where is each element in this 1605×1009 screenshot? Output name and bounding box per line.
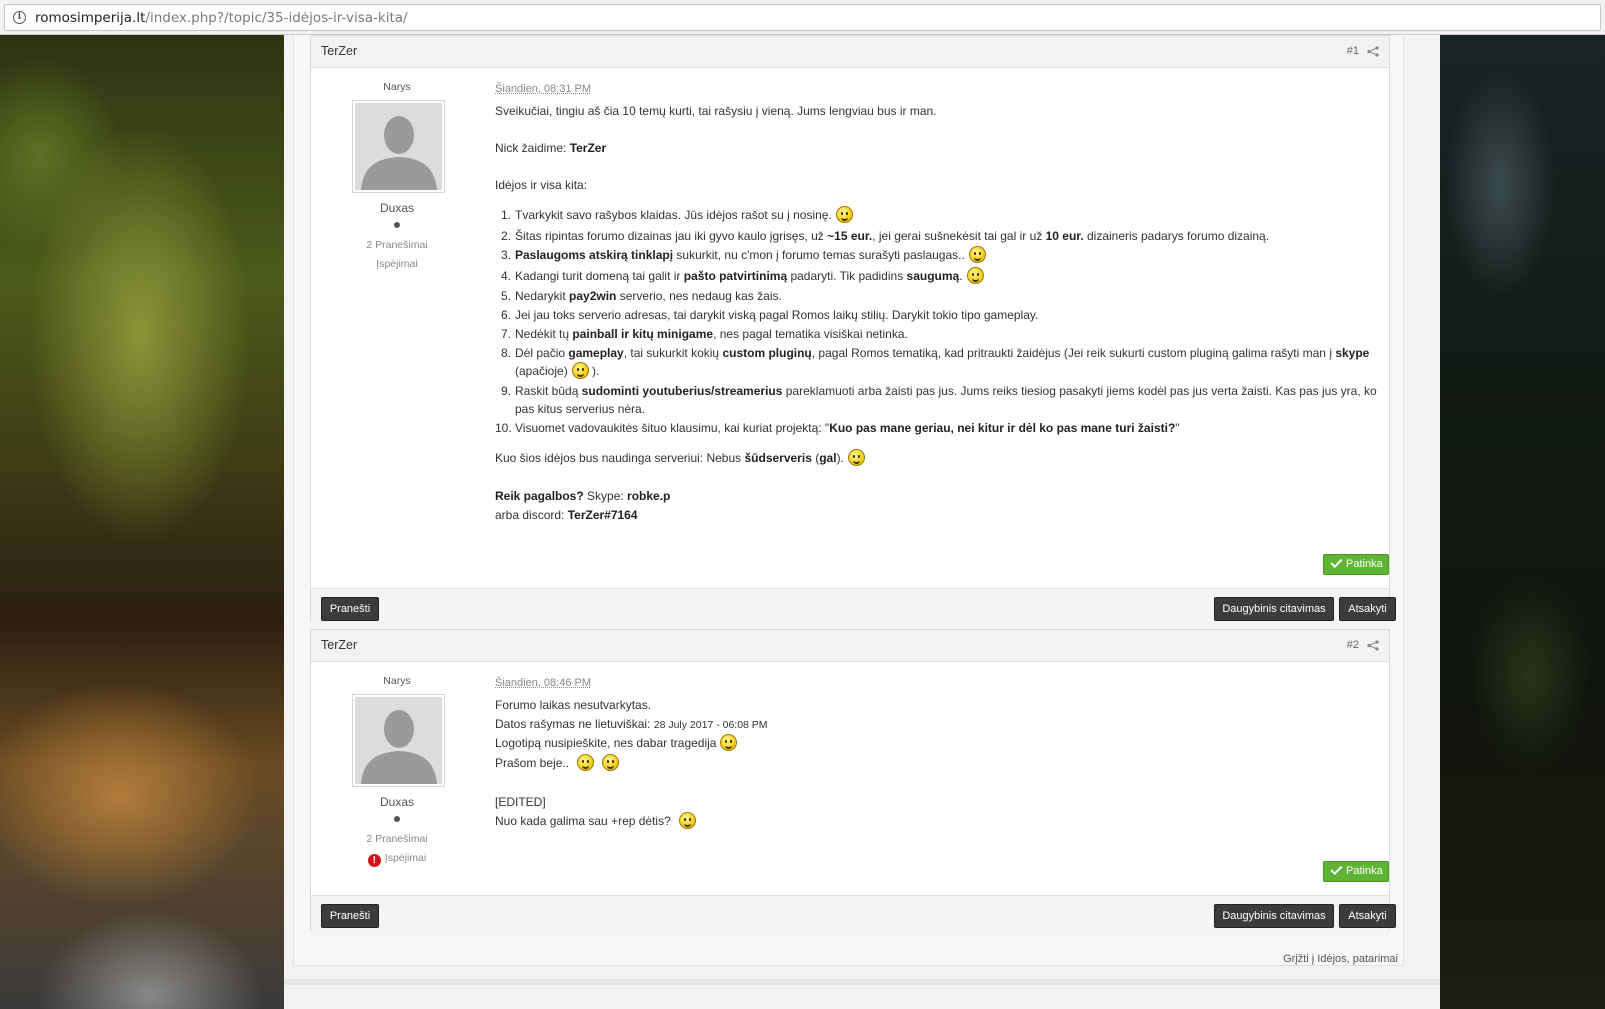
list-item: 10. Visuomet vadovaukitės šituo klausimu,… (495, 421, 1180, 435)
url-field[interactable]: i romosimperija.lt/index.php?/topic/35-i… (4, 4, 1601, 31)
wink-smiley-icon (571, 362, 589, 379)
discord-line: arba discord: TerZer#7164 (495, 508, 638, 522)
background-left (0, 35, 284, 1009)
author-posts-count[interactable]: 2 Pranešimai (311, 239, 483, 251)
unsure-smiley-icon (602, 754, 620, 771)
list-item: 4. Kadangi turit domeną tai galit ir pašt… (501, 267, 1385, 286)
post-author-name[interactable]: TerZer (321, 44, 357, 58)
author-warnings[interactable]: ! Įspėjimai (311, 852, 483, 867)
author-rank: Duxas (379, 795, 414, 809)
ideas-heading: Idėjos ir visa kita: (495, 178, 588, 192)
post-line: [EDITED] (495, 795, 546, 809)
post-date[interactable]: Šiandien, 08:31 PM (495, 80, 591, 99)
list-item: 7. Nedėkit tų painball ir kitų minigame, … (500, 327, 908, 341)
browser-address-bar: i romosimperija.lt/index.php?/topic/35-i… (0, 0, 1605, 35)
list-item: 5. Nedarykit pay2win serverio, nes nedaug… (500, 289, 782, 303)
offline-status-icon (394, 816, 400, 822)
post-line: Forumo laikas nesutvarkytas. (495, 698, 652, 712)
post-line: Datos rašymas ne lietuviškai: 28 July 20… (495, 717, 768, 731)
like-button[interactable]: Patinka (1323, 554, 1389, 575)
post-header: TerZer #2 (311, 630, 1389, 662)
list-item: 9. Raskit būdą sudominti youtuberius/stre… (500, 384, 1377, 398)
post-header: TerZer #1 (311, 36, 1389, 68)
list-item: 3. Paslaugoms atskirą tinklapį sukurkit, … (501, 246, 1385, 265)
warning-icon: ! (367, 854, 381, 867)
list-item: 6. Jei jau toks serverio adresas, tai dar… (500, 308, 1039, 322)
author-warnings[interactable]: Įspėjimai (311, 258, 483, 270)
author-posts-count[interactable]: 2 Pranešimai (311, 833, 483, 845)
author-group: Narys (383, 675, 411, 687)
report-button[interactable]: Pranešti (321, 597, 379, 621)
rolleyes-smiley-icon (847, 449, 865, 466)
topic-posts: TerZer #1 Narys Duxas 2 Pranešimai Įspėj… (293, 35, 1404, 966)
default-avatar-icon (355, 103, 442, 190)
list-item: 2. Šitas ripintas forumo dizainas jau iki… (500, 229, 1270, 243)
background-right (1440, 35, 1605, 1009)
url-path: /index.php?/topic/35-idėjos-ir-visa-kita… (145, 10, 408, 26)
footer-strip (284, 979, 1440, 985)
post-number[interactable]: #1 (1347, 45, 1359, 57)
default-avatar-icon (355, 697, 442, 784)
nick-label: Nick žaidime: (495, 141, 570, 155)
report-button[interactable]: Pranešti (321, 904, 379, 928)
grin-smiley-icon (720, 734, 738, 751)
multiquote-button[interactable]: Daugybinis citavimas (1214, 597, 1334, 621)
post-author-name[interactable]: TerZer (321, 638, 357, 652)
multiquote-button[interactable]: Daugybinis citavimas (1214, 904, 1334, 928)
avatar[interactable] (352, 694, 445, 787)
grin-smiley-icon (968, 246, 986, 263)
author-group: Narys (383, 81, 411, 93)
list-item-continuation: pas kitus serverius nėra. (515, 402, 646, 416)
post-1: TerZer #1 Narys Duxas 2 Pranešimai Įspėj… (310, 35, 1396, 629)
reply-button[interactable]: Atsakyti (1339, 597, 1396, 621)
reply-button[interactable]: Atsakyti (1339, 904, 1396, 928)
info-icon[interactable]: i (13, 11, 26, 24)
post-footer: Pranešti Daugybinis citavimas Atsakyti (311, 895, 1396, 936)
post-line: Logotipą nusipieškite, nes dabar tragedi… (495, 734, 738, 753)
nick-line: Nick žaidime: TerZer (495, 139, 606, 158)
check-icon (1330, 555, 1343, 569)
page-column: TerZer #1 Narys Duxas 2 Pranešimai Įspėj… (284, 35, 1440, 1009)
post-footer: Pranešti Daugybinis citavimas Atsakyti (311, 588, 1396, 629)
help-line: Reik pagalbos? Skype: robke.p (495, 489, 671, 503)
post-2: TerZer #2 Narys Duxas 2 Pranešimai ! Įsp… (310, 629, 1396, 936)
grin-smiley-icon (835, 206, 853, 223)
avatar[interactable] (352, 100, 445, 193)
post-line: Nuo kada galima sau +rep dėtis? (495, 812, 696, 831)
nick-value: TerZer (569, 141, 607, 155)
like-button[interactable]: Patinka (1323, 861, 1389, 882)
list-item-continuation: (apačioje) ). (515, 362, 600, 379)
grin-smiley-icon (678, 812, 696, 829)
post-number[interactable]: #2 (1347, 639, 1359, 651)
url-host: romosimperija.lt (35, 10, 146, 26)
post-date[interactable]: Šiandien, 08:46 PM (495, 674, 591, 693)
post-line: Prašom beje.. (495, 754, 620, 773)
wink-smiley-icon (577, 754, 595, 771)
usefulness-line: Kuo šios idėjos bus naudinga serveriui: … (495, 449, 865, 468)
list-item: 1. Tvarkykit savo rašybos klaidas. Jūs id… (501, 206, 1385, 225)
share-icon[interactable] (1367, 640, 1379, 651)
author-rank: Duxas (379, 201, 414, 215)
list-item: 8. Dėl pačio gameplay, tai sukurkit kokių… (500, 346, 1370, 360)
share-icon[interactable] (1367, 46, 1379, 57)
offline-status-icon (394, 222, 400, 228)
check-icon (1330, 862, 1343, 876)
url-text[interactable]: romosimperija.lt/index.php?/topic/35-idė… (35, 10, 408, 26)
wink-smiley-icon (966, 267, 984, 284)
post-intro: Sveikučiai, tingiu aš čia 10 temų kurti,… (495, 104, 937, 118)
back-to-forum-link[interactable]: Grįžti į Idėjos, patarimai (1283, 953, 1398, 965)
